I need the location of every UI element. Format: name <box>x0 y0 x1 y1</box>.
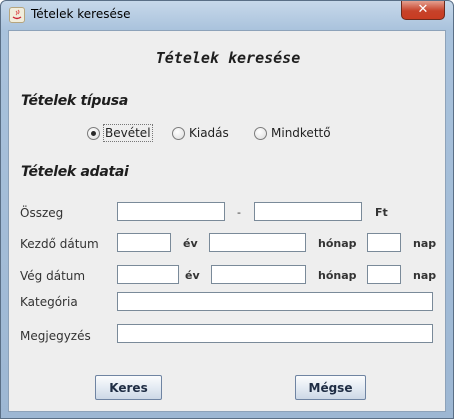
end-year-unit: év <box>185 269 200 282</box>
amount-from-input[interactable] <box>117 202 225 221</box>
radio-both-indicator[interactable] <box>254 127 267 140</box>
radio-income-label: Bevétel <box>103 124 153 142</box>
radio-expense-indicator[interactable] <box>172 127 185 140</box>
start-year-input[interactable] <box>117 233 171 252</box>
radio-expense-label: Kiadás <box>189 126 229 140</box>
amount-to-input[interactable] <box>254 202 362 221</box>
category-input[interactable] <box>117 292 433 311</box>
start-day-unit: nap <box>413 237 437 250</box>
end-month-input[interactable] <box>211 265 306 284</box>
note-label: Megjegyzés <box>20 329 91 343</box>
dialog-content: Tételek keresése Tételek típusa Bevétel … <box>8 30 446 412</box>
end-date-label: Vég dátum <box>20 269 86 283</box>
radio-both-label: Mindkettő <box>271 126 331 140</box>
end-day-unit: nap <box>413 269 437 282</box>
amount-label: Összeg <box>20 206 64 220</box>
start-year-unit: év <box>183 237 198 250</box>
title-bar[interactable]: Tételek keresése ✕ <box>1 1 453 29</box>
start-day-input[interactable] <box>367 233 401 252</box>
window-title: Tételek keresése <box>31 7 131 21</box>
data-section-title: Tételek adatai <box>21 164 129 180</box>
amount-unit: Ft <box>375 206 388 219</box>
close-icon: ✕ <box>417 2 429 17</box>
note-input[interactable] <box>117 324 433 343</box>
search-button[interactable]: Keres <box>95 375 162 400</box>
start-month-unit: hónap <box>318 237 357 250</box>
end-day-input[interactable] <box>367 265 401 284</box>
start-date-label: Kezdő dátum <box>20 237 99 251</box>
start-month-input[interactable] <box>209 233 306 252</box>
cancel-button[interactable]: Mégse <box>295 375 366 400</box>
end-month-unit: hónap <box>318 269 357 282</box>
category-label: Kategória <box>20 295 78 309</box>
dialog-heading: Tételek keresése <box>155 49 301 67</box>
radio-income-indicator[interactable] <box>87 127 100 140</box>
end-year-input[interactable] <box>117 265 179 284</box>
close-button[interactable]: ✕ <box>401 1 445 20</box>
type-section-title: Tételek típusa <box>21 93 128 109</box>
dialog-window: Tételek keresése ✕ Tételek keresése Téte… <box>0 0 454 419</box>
java-icon <box>9 7 25 23</box>
amount-separator: - <box>237 206 241 219</box>
